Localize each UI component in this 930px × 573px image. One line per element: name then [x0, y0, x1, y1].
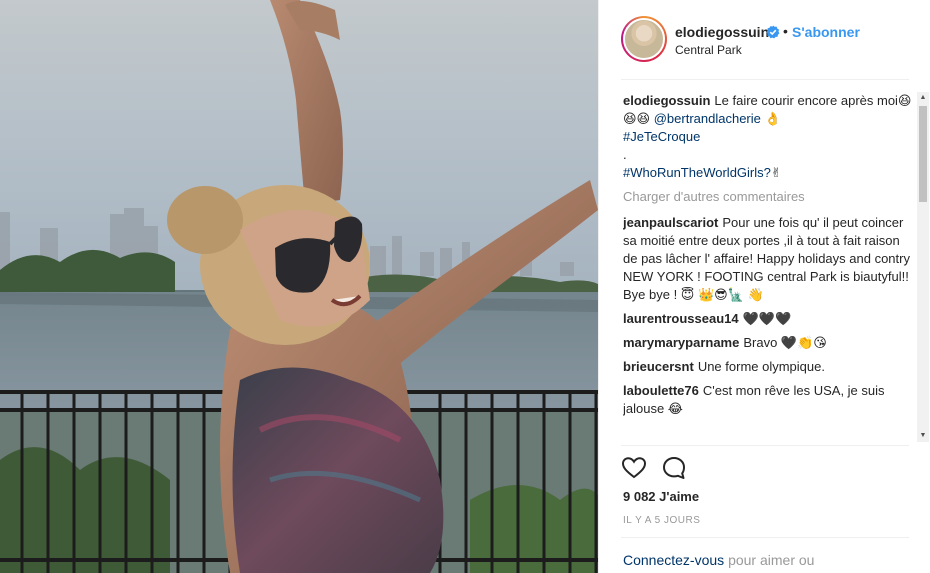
divider — [621, 445, 909, 446]
caption-dot-line: . — [623, 147, 627, 162]
caption-mention[interactable]: @bertrandlacherie — [654, 111, 761, 126]
login-link[interactable]: Connectez-vous — [623, 552, 724, 568]
comment-item: marymaryparname Bravo 🖤👏😘 — [623, 334, 913, 352]
divider — [621, 537, 909, 538]
scroll-up-arrow-icon[interactable]: ▲ — [919, 94, 927, 102]
photo-illustration — [0, 0, 598, 573]
heart-icon[interactable] — [621, 455, 647, 481]
post-location[interactable]: Central Park — [675, 43, 742, 57]
comment-item: jeanpaulscariot Pour une fois qu' il peut… — [623, 214, 913, 304]
comment-item: brieucersnt Une forme olympique. — [623, 358, 913, 376]
comment-username[interactable]: laurentrousseau14 — [623, 311, 739, 326]
caption: elodiegossuin Le faire courir encore aprè… — [623, 92, 913, 182]
comment-username[interactable]: brieucersnt — [623, 359, 694, 374]
comment-text: Une forme olympique. — [697, 359, 825, 374]
comments-scrollbar[interactable]: ▲ ▼ — [917, 92, 929, 442]
divider — [621, 79, 909, 80]
caption-hashtag-jetecroque[interactable]: #JeTeCroque — [623, 129, 700, 144]
comment-username[interactable]: laboulette76 — [623, 383, 699, 398]
comment-username[interactable]: jeanpaulscariot — [623, 215, 718, 230]
like-count[interactable]: 9 082 J'aime — [623, 489, 699, 504]
verified-badge-icon — [766, 25, 780, 39]
load-more-comments-link[interactable]: Charger d'autres commentaires — [623, 188, 913, 206]
login-prompt-text: pour aimer ou — [728, 552, 815, 568]
caption-username[interactable]: elodiegossuin — [623, 93, 710, 108]
post-username[interactable]: elodiegossuin — [675, 24, 769, 40]
speech-bubble-icon[interactable] — [661, 455, 687, 481]
avatar[interactable] — [621, 16, 667, 62]
scrollbar-thumb[interactable] — [919, 106, 927, 202]
post-timestamp[interactable]: IL Y A 5 JOURS — [623, 515, 700, 526]
separator-dot: • — [783, 23, 788, 39]
caption-hashtag-whoruntheworldgirls[interactable]: #WhoRunTheWorldGirls? — [623, 165, 771, 180]
post-photo[interactable] — [0, 0, 598, 573]
caption-emoji-2: ✌ — [770, 165, 782, 180]
follow-button[interactable]: S'abonner — [792, 24, 860, 40]
comment-item: laurentrousseau14 🖤🖤🖤 — [623, 310, 913, 328]
comment-text: 🖤🖤🖤 — [742, 311, 792, 326]
post-sidebar: elodiegossuin • S'abonner Central Park e… — [598, 0, 930, 573]
caption-emoji: 👌 — [764, 111, 781, 126]
scroll-down-arrow-icon[interactable]: ▼ — [919, 432, 927, 440]
comments-list[interactable]: elodiegossuin Le faire courir encore aprè… — [623, 92, 913, 442]
comment-text: Bravo 🖤👏😘 — [743, 335, 827, 350]
avatar-image — [623, 18, 665, 60]
login-prompt: Connectez-vous pour aimer ou — [623, 552, 814, 568]
comment-item: laboulette76 C'est mon rêve les USA, je s… — [623, 382, 913, 418]
comment-username[interactable]: marymaryparname — [623, 335, 739, 350]
post-header: elodiegossuin • S'abonner Central Park — [599, 0, 930, 80]
